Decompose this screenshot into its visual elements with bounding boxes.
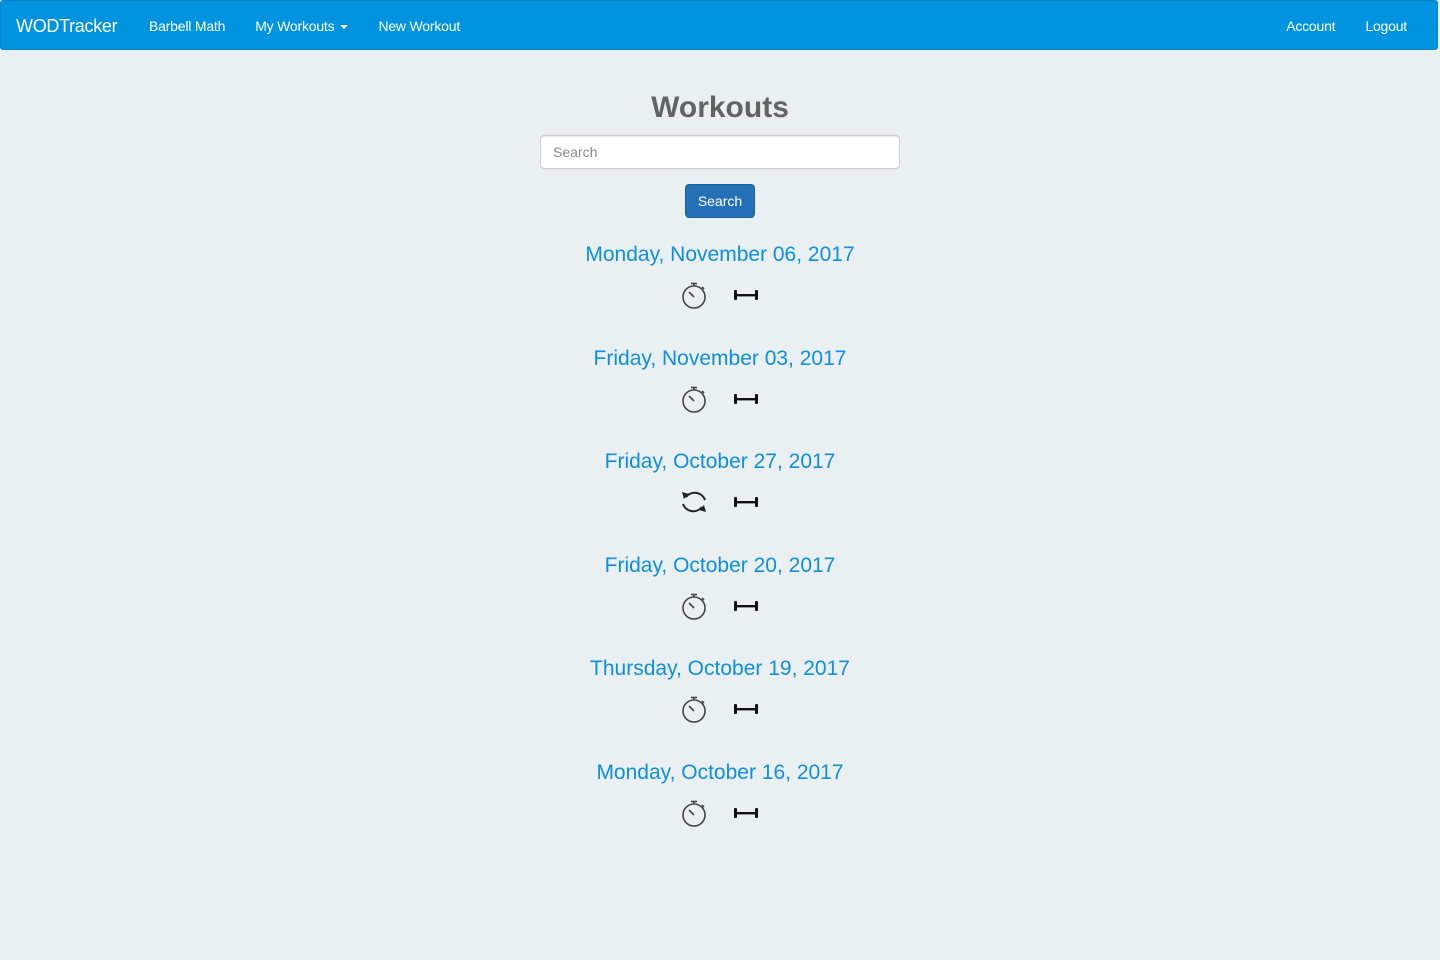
nav-new-workout[interactable]: New Workout (363, 1, 475, 51)
workout-list-item: Monday, October 16, 2017 (0, 759, 1440, 863)
stopwatch-icon (682, 386, 706, 413)
nav-logout[interactable]: Logout (1350, 1, 1422, 51)
workout-list-item: Friday, November 03, 2017 (0, 345, 1440, 449)
workout-date-link[interactable]: Friday, November 03, 2017 (594, 345, 847, 373)
main-content: Workouts Search Monday, November 06, 201… (0, 50, 1440, 862)
refresh-icon (682, 491, 706, 513)
nav-account[interactable]: Account (1271, 1, 1350, 51)
stopwatch-icon (682, 696, 706, 723)
nav-right: Account Logout (1271, 1, 1422, 51)
brand-link[interactable]: WODTracker (16, 1, 118, 51)
barbell-icon (734, 600, 758, 611)
barbell-icon (734, 807, 758, 818)
top-navbar: WODTracker Barbell Math My Workouts New … (0, 0, 1438, 50)
nav-my-workouts-dropdown[interactable]: My Workouts (240, 1, 363, 51)
workout-icons (0, 591, 1440, 621)
workout-date-link[interactable]: Friday, October 20, 2017 (605, 552, 836, 580)
workout-icons (0, 798, 1440, 828)
workout-list-item: Thursday, October 19, 2017 (0, 655, 1440, 759)
nav-my-workouts-label: My Workouts (255, 18, 335, 34)
workout-icons (0, 694, 1440, 724)
workout-date-link[interactable]: Monday, November 06, 2017 (585, 241, 854, 269)
workout-list-item: Friday, October 20, 2017 (0, 552, 1440, 656)
stopwatch-icon (682, 593, 706, 620)
workout-list-item: Friday, October 27, 2017 (0, 448, 1440, 552)
search-input[interactable] (540, 135, 900, 169)
page-title: Workouts (651, 91, 789, 124)
workout-icons (0, 280, 1440, 310)
workout-date-link[interactable]: Thursday, October 19, 2017 (590, 655, 850, 683)
workout-list-item: Monday, November 06, 2017 (0, 241, 1440, 345)
search-button[interactable]: Search (685, 184, 755, 218)
workout-date-link[interactable]: Friday, October 27, 2017 (605, 448, 836, 476)
barbell-icon (734, 393, 758, 404)
workout-icons (0, 384, 1440, 414)
barbell-icon (734, 290, 758, 300)
barbell-icon (734, 704, 758, 714)
workout-icons (0, 487, 1440, 517)
workout-date-link[interactable]: Monday, October 16, 2017 (596, 759, 843, 787)
nav-left: Barbell Math My Workouts New Workout (134, 1, 475, 51)
caret-down-icon (340, 25, 349, 30)
nav-barbell-math[interactable]: Barbell Math (134, 1, 240, 51)
workout-list: Monday, November 06, 2017 Friday, Novembe… (0, 241, 1440, 862)
stopwatch-icon (682, 282, 706, 309)
stopwatch-icon (682, 800, 706, 827)
barbell-icon (734, 497, 758, 507)
